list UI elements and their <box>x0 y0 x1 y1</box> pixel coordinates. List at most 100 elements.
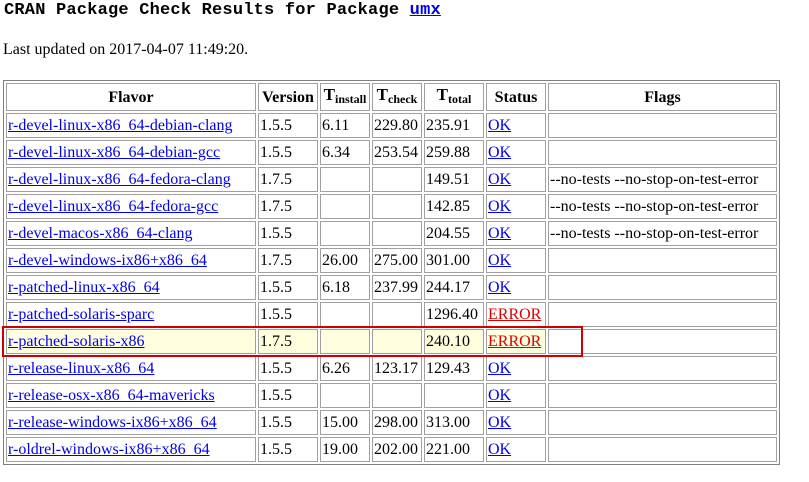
tinstall-cell <box>320 167 370 192</box>
version-cell: 1.7.5 <box>258 248 318 273</box>
package-link[interactable]: umx <box>410 1 441 20</box>
tcheck-cell <box>372 302 422 327</box>
table-row: r-devel-windows-ix86+x86_64 1.7.5 26.00 275… <box>6 248 777 273</box>
status-cell: OK <box>486 248 546 273</box>
page-title-prefix: CRAN Package Check Results for Package <box>4 1 400 20</box>
status-cell: OK <box>486 437 546 462</box>
flags-cell: --no-tests --no-stop-on-test-error <box>548 221 777 246</box>
version-cell: 1.5.5 <box>258 383 318 408</box>
flavor-link[interactable]: r-devel-windows-ix86+x86_64 <box>8 252 207 269</box>
version-cell: 1.5.5 <box>258 113 318 138</box>
flavor-link[interactable]: r-patched-linux-x86_64 <box>8 279 160 296</box>
flavor-cell: r-devel-linux-x86_64-debian-gcc <box>6 140 256 165</box>
status-link[interactable]: OK <box>488 252 511 269</box>
status-cell: ERROR <box>486 329 546 354</box>
ttotal-cell <box>424 383 484 408</box>
table-row: r-oldrel-windows-ix86+x86_64 1.5.5 19.00 20… <box>6 437 777 462</box>
tinstall-cell: 26.00 <box>320 248 370 273</box>
check-results-table: Flavor Version Tinstall Tcheck Ttotal St… <box>3 80 780 465</box>
flavor-link[interactable]: r-release-linux-x86_64 <box>8 360 154 377</box>
flavor-link[interactable]: r-patched-solaris-x86 <box>8 333 145 350</box>
status-cell: OK <box>486 167 546 192</box>
tcheck-cell <box>372 329 422 354</box>
table-row: r-release-windows-ix86+x86_64 1.5.5 15.00 2… <box>6 410 777 435</box>
flavor-cell: r-devel-windows-ix86+x86_64 <box>6 248 256 273</box>
page-title: CRAN Package Check Results for Package u… <box>4 1 441 20</box>
status-link[interactable]: OK <box>488 225 511 242</box>
status-link[interactable]: OK <box>488 414 511 431</box>
status-link[interactable]: OK <box>488 117 511 134</box>
status-cell: OK <box>486 356 546 381</box>
tinstall-main: T <box>323 85 335 104</box>
ttotal-cell: 301.00 <box>424 248 484 273</box>
flavor-cell: r-patched-solaris-x86 <box>6 329 256 354</box>
flavor-link[interactable]: r-oldrel-windows-ix86+x86_64 <box>8 441 210 458</box>
tcheck-cell: 237.99 <box>372 275 422 300</box>
flavor-cell: r-oldrel-windows-ix86+x86_64 <box>6 437 256 462</box>
tinstall-cell: 15.00 <box>320 410 370 435</box>
flavor-cell: r-release-windows-ix86+x86_64 <box>6 410 256 435</box>
version-cell: 1.5.5 <box>258 140 318 165</box>
status-link[interactable]: OK <box>488 387 511 404</box>
tcheck-main: T <box>376 85 388 104</box>
table-row: r-patched-linux-x86_64 1.5.5 6.18 237.99 244… <box>6 275 777 300</box>
flags-cell <box>548 113 777 138</box>
status-cell: OK <box>486 140 546 165</box>
tcheck-cell: 253.54 <box>372 140 422 165</box>
ttotal-cell: 235.91 <box>424 113 484 138</box>
col-header-flags: Flags <box>548 83 777 111</box>
status-cell: OK <box>486 113 546 138</box>
version-cell: 1.7.5 <box>258 167 318 192</box>
flavor-link[interactable]: r-devel-linux-x86_64-debian-gcc <box>8 144 220 161</box>
tinstall-cell: 6.11 <box>320 113 370 138</box>
status-cell: OK <box>486 221 546 246</box>
status-link[interactable]: ERROR <box>488 306 541 323</box>
ttotal-cell: 221.00 <box>424 437 484 462</box>
flags-cell <box>548 329 777 354</box>
flavor-cell: r-devel-linux-x86_64-fedora-gcc <box>6 194 256 219</box>
status-cell: ERROR <box>486 302 546 327</box>
version-cell: 1.5.5 <box>258 302 318 327</box>
col-header-flavor: Flavor <box>6 83 256 111</box>
flavor-link[interactable]: r-patched-solaris-sparc <box>8 306 154 323</box>
ttotal-cell: 142.85 <box>424 194 484 219</box>
tcheck-sub: check <box>388 92 418 106</box>
table-header-row: Flavor Version Tinstall Tcheck Ttotal St… <box>6 83 777 111</box>
ttotal-cell: 244.17 <box>424 275 484 300</box>
flavor-link[interactable]: r-devel-linux-x86_64-fedora-clang <box>8 171 231 188</box>
ttotal-cell: 313.00 <box>424 410 484 435</box>
tcheck-cell: 229.80 <box>372 113 422 138</box>
table-row: r-release-linux-x86_64 1.5.5 6.26 123.17 129… <box>6 356 777 381</box>
flavor-cell: r-release-osx-x86_64-mavericks <box>6 383 256 408</box>
flavor-link[interactable]: r-release-windows-ix86+x86_64 <box>8 414 217 431</box>
tinstall-sub: install <box>335 92 367 106</box>
ttotal-cell: 259.88 <box>424 140 484 165</box>
version-cell: 1.5.5 <box>258 437 318 462</box>
status-link[interactable]: OK <box>488 360 511 377</box>
flavor-link[interactable]: r-devel-linux-x86_64-fedora-gcc <box>8 198 218 215</box>
col-header-tinstall: Tinstall <box>320 83 370 111</box>
flavor-link[interactable]: r-devel-macos-x86_64-clang <box>8 225 193 242</box>
table-row: r-devel-linux-x86_64-debian-gcc 1.5.5 6.34… <box>6 140 777 165</box>
status-link[interactable]: OK <box>488 198 511 215</box>
tinstall-cell: 6.26 <box>320 356 370 381</box>
version-cell: 1.5.5 <box>258 356 318 381</box>
status-link[interactable]: ERROR <box>488 333 541 350</box>
status-link[interactable]: OK <box>488 144 511 161</box>
tinstall-cell: 19.00 <box>320 437 370 462</box>
status-cell: OK <box>486 194 546 219</box>
tcheck-cell: 275.00 <box>372 248 422 273</box>
table-row: r-devel-macos-x86_64-clang 1.5.5 204.55 OK -… <box>6 221 777 246</box>
tcheck-cell <box>372 221 422 246</box>
flags-cell: --no-tests --no-stop-on-test-error <box>548 194 777 219</box>
tcheck-cell <box>372 383 422 408</box>
status-link[interactable]: OK <box>488 171 511 188</box>
tcheck-cell <box>372 194 422 219</box>
flags-cell <box>548 410 777 435</box>
flavor-cell: r-patched-solaris-sparc <box>6 302 256 327</box>
status-link[interactable]: OK <box>488 279 511 296</box>
flavor-link[interactable]: r-release-osx-x86_64-mavericks <box>8 387 215 404</box>
flavor-cell: r-patched-linux-x86_64 <box>6 275 256 300</box>
flavor-link[interactable]: r-devel-linux-x86_64-debian-clang <box>8 117 232 134</box>
status-link[interactable]: OK <box>488 441 511 458</box>
